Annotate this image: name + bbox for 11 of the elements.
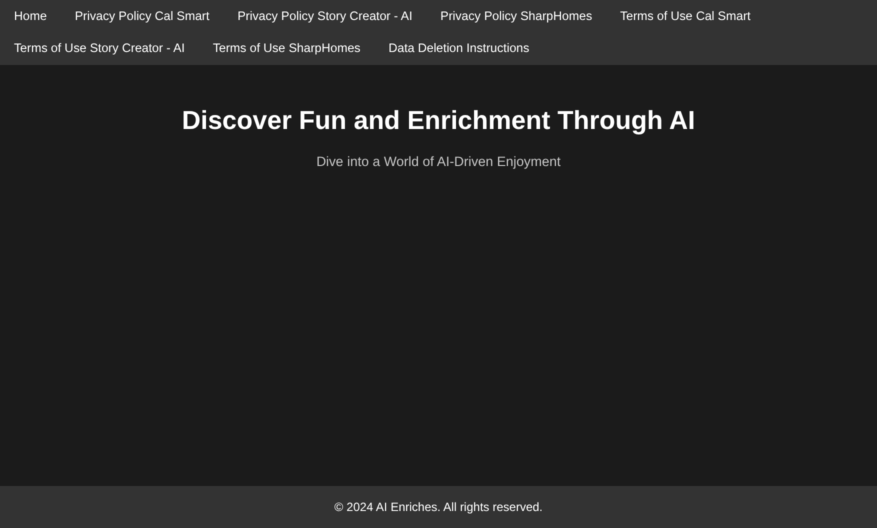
nav-link[interactable]: Terms of Use Cal Smart (606, 0, 765, 32)
hero-title: Discover Fun and Enrichment Through AI (182, 105, 696, 136)
hero-subtitle: Dive into a World of AI-Driven Enjoyment (316, 154, 561, 169)
nav-link[interactable]: Privacy Policy Story Creator - AI (223, 0, 426, 32)
nav-link[interactable]: Terms of Use SharpHomes (198, 32, 374, 64)
nav-link[interactable]: Data Deletion Instructions (374, 32, 544, 64)
nav-link[interactable]: Terms of Use Story Creator - AI (0, 32, 199, 64)
nav-link[interactable]: Home (0, 0, 61, 32)
nav-link[interactable]: Privacy Policy Cal Smart (60, 0, 224, 32)
nav-link[interactable]: Privacy Policy SharpHomes (426, 0, 606, 32)
copyright-text: © 2024 AI Enriches. All rights reserved. (334, 500, 543, 514)
